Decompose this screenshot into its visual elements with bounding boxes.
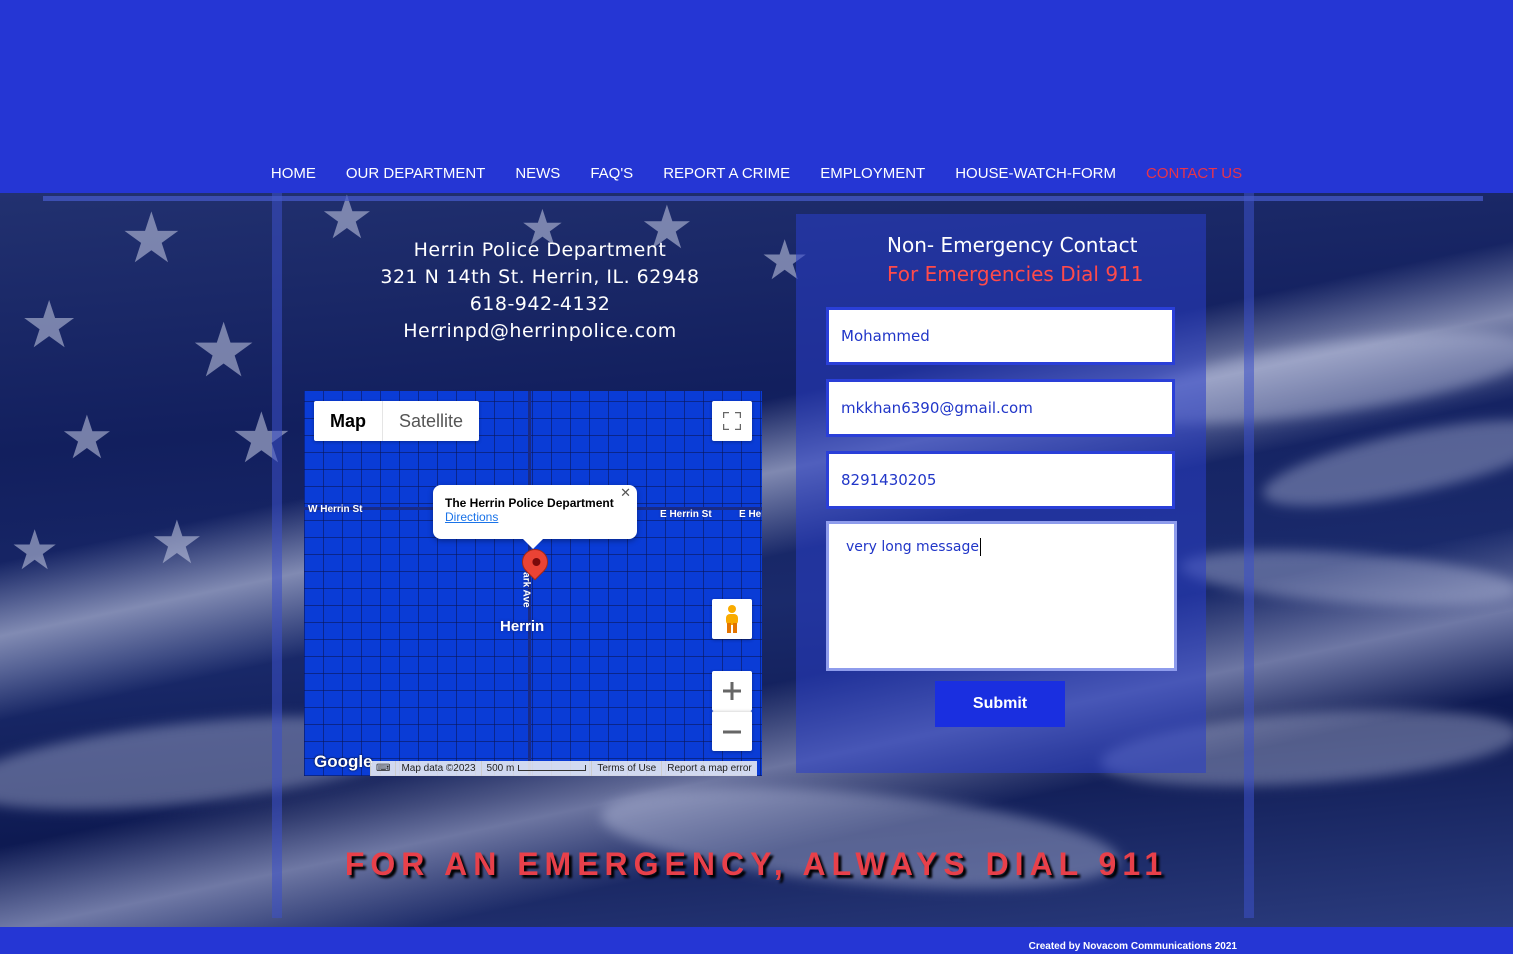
map-scale-label: 500 m bbox=[486, 763, 515, 774]
flag-wave bbox=[1257, 402, 1513, 524]
text-caret bbox=[979, 538, 981, 556]
email-field[interactable]: mkkhan6390@gmail.com bbox=[826, 379, 1175, 437]
flag-star: ★ bbox=[120, 197, 183, 279]
map-street-grid bbox=[304, 391, 762, 776]
right-column-rule bbox=[1244, 193, 1254, 918]
nav-divider bbox=[43, 196, 1483, 201]
map-label-herrin: Herrin bbox=[500, 618, 545, 635]
info-window-title: The Herrin Police Department bbox=[445, 496, 614, 510]
department-address: 321 N 14th St. Herrin, IL. 62948 bbox=[380, 266, 700, 288]
nav-employment[interactable]: EMPLOYMENT bbox=[820, 165, 925, 182]
zoom-in-icon[interactable] bbox=[712, 671, 752, 711]
nav-news[interactable]: NEWS bbox=[515, 165, 560, 182]
footer-credit: Created by Novacom Communications 2021 bbox=[1028, 941, 1237, 952]
department-email[interactable]: Herrinpd@herrinpolice.com bbox=[360, 318, 720, 345]
map-info-window: The Herrin Police Department Directions … bbox=[433, 485, 637, 549]
nav-faqs[interactable]: FAQ'S bbox=[590, 165, 633, 182]
google-logo: Google bbox=[314, 752, 373, 771]
map-scale[interactable]: 500 m bbox=[480, 761, 592, 776]
keyboard-icon[interactable]: ⌨ bbox=[370, 761, 396, 776]
map-label-e-herrin-st: E Herrin St bbox=[660, 509, 712, 520]
map-scale-bar bbox=[518, 765, 587, 772]
message-text: very long message bbox=[846, 539, 979, 555]
flag-star: ★ bbox=[230, 397, 293, 479]
directions-link[interactable]: Directions bbox=[445, 510, 625, 524]
zoom-out-icon[interactable] bbox=[712, 711, 752, 751]
google-map[interactable]: W Herrin St E Herrin St E Her N Park Ave… bbox=[304, 391, 762, 776]
emergency-banner: FOR AN EMERGENCY, ALWAYS DIAL 911 bbox=[344, 846, 1169, 882]
flag-wave bbox=[1178, 541, 1513, 615]
close-icon[interactable]: ✕ bbox=[620, 486, 631, 501]
terms-of-use-link[interactable]: Terms of Use bbox=[591, 761, 662, 776]
report-map-error-link[interactable]: Report a map error bbox=[661, 761, 757, 776]
map-data-attribution: Map data ©2023 bbox=[395, 761, 481, 776]
flag-star: ★ bbox=[60, 403, 114, 473]
nav-our-department[interactable]: OUR DEPARTMENT bbox=[346, 165, 485, 182]
main-nav: HOME OUR DEPARTMENT NEWS FAQ'S REPORT A … bbox=[0, 165, 1513, 182]
nav-home[interactable]: HOME bbox=[271, 165, 316, 182]
footer-band: Created by Novacom Communications 2021 bbox=[0, 927, 1513, 954]
submit-button[interactable]: Submit bbox=[935, 681, 1065, 727]
phone-field[interactable]: 8291430205 bbox=[826, 451, 1175, 509]
department-name: Herrin Police Department bbox=[413, 239, 667, 261]
map-type-control: Map Satellite bbox=[314, 401, 480, 441]
form-title: Non- Emergency Contact bbox=[887, 233, 1138, 257]
form-subtitle: For Emergencies Dial 911 bbox=[887, 262, 1144, 286]
department-phone: 618-942-4132 bbox=[469, 293, 611, 315]
flag-star: ★ bbox=[20, 288, 79, 363]
map-label-w-herrin-st: W Herrin St bbox=[308, 504, 363, 515]
nav-contact-us[interactable]: CONTACT US bbox=[1146, 165, 1242, 182]
flag-star: ★ bbox=[10, 518, 60, 582]
map-type-map-button[interactable]: Map bbox=[314, 401, 383, 441]
left-column-rule bbox=[272, 193, 282, 918]
message-textarea[interactable]: very long message bbox=[826, 521, 1177, 671]
nav-report-a-crime[interactable]: REPORT A CRIME bbox=[663, 165, 790, 182]
flag-star: ★ bbox=[190, 306, 258, 394]
nav-house-watch-form[interactable]: HOUSE-WATCH-FORM bbox=[955, 165, 1116, 182]
map-label-e-her: E Her bbox=[739, 509, 762, 520]
map-footer: ⌨ Map data ©2023 500 m Terms of Use Repo… bbox=[370, 761, 757, 776]
pegman-icon[interactable] bbox=[712, 599, 752, 639]
flag-wave bbox=[597, 770, 1123, 906]
name-field[interactable]: Mohammed bbox=[826, 307, 1175, 365]
flag-star: ★ bbox=[150, 508, 204, 578]
map-type-satellite-button[interactable]: Satellite bbox=[383, 401, 479, 441]
contact-info: Herrin Police Department 321 N 14th St. … bbox=[360, 237, 720, 345]
fullscreen-icon[interactable] bbox=[712, 401, 752, 441]
